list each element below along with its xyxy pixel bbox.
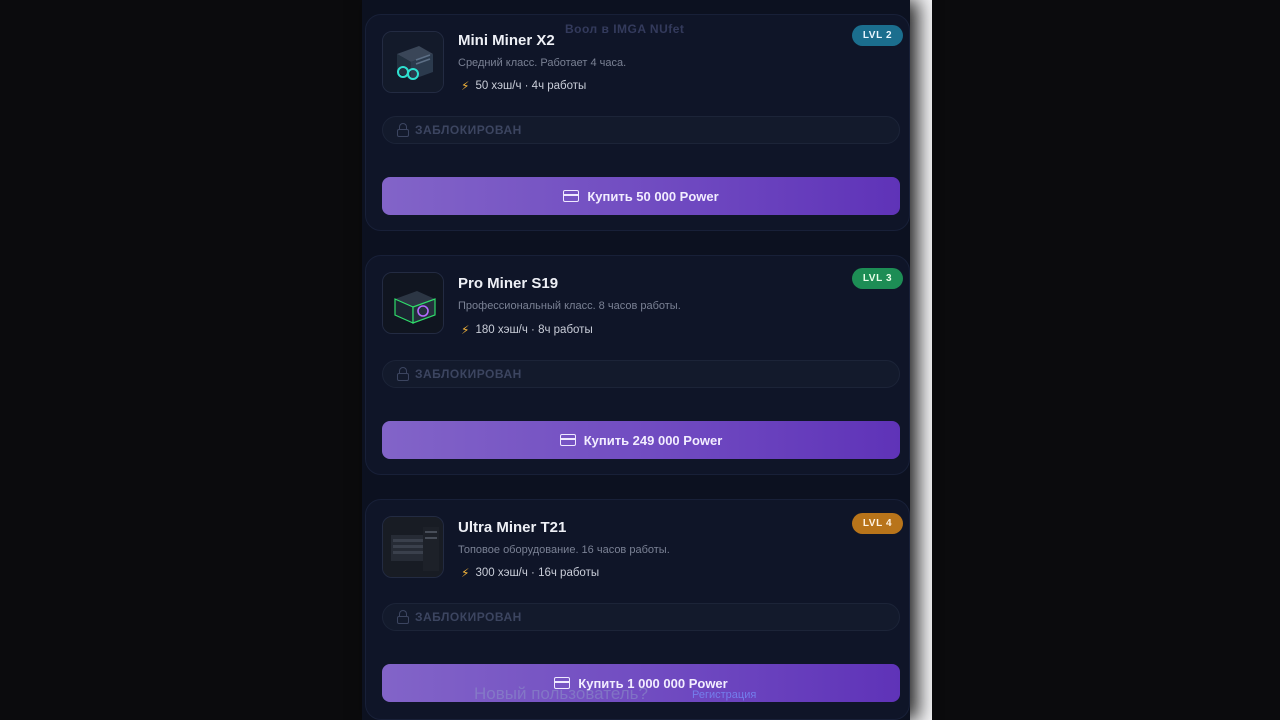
miner-stats: ⚡ 180 хэш/ч · 8ч работы xyxy=(461,323,593,337)
miner-stats-text: 50 хэш/ч · 4ч работы xyxy=(475,80,587,92)
locked-status: ЗАБЛОКИРОВАН xyxy=(382,116,900,144)
miner-image xyxy=(382,272,444,334)
buy-label: Купить 249 000 Power xyxy=(583,432,723,448)
lock-icon xyxy=(397,367,409,381)
miner-image xyxy=(382,516,444,578)
miner-stats-text: 180 хэш/ч · 8ч работы xyxy=(475,324,593,336)
miner-card-pro: Pro Miner S19 Профессиональный класс. 8 … xyxy=(365,255,910,475)
miner-title: Pro Miner S19 xyxy=(458,275,559,292)
level-badge: LVL 2 xyxy=(852,25,903,46)
level-badge: LVL 4 xyxy=(852,513,903,534)
register-link[interactable]: Регистрация xyxy=(692,689,756,701)
locked-status: ЗАБЛОКИРОВАН xyxy=(382,603,900,631)
miner-stats-text: 300 хэш/ч · 16ч работы xyxy=(475,567,600,579)
lock-icon xyxy=(397,123,409,137)
overlay-ghost-text: Воол в IMGA NUfet xyxy=(565,22,685,36)
locked-label: ЗАБЛОКИРОВАН xyxy=(415,367,522,381)
miner-stats: ⚡ 300 хэш/ч · 16ч работы xyxy=(461,566,599,580)
miner-image xyxy=(382,31,444,93)
credit-card-icon xyxy=(559,434,576,446)
locked-label: ЗАБЛОКИРОВАН xyxy=(415,123,522,137)
lightning-icon: ⚡ xyxy=(461,566,470,580)
buy-label: Купить 50 000 Power xyxy=(587,188,719,204)
level-badge: LVL 3 xyxy=(852,268,903,289)
credit-card-icon xyxy=(563,190,580,202)
miner-description: Профессиональный класс. 8 часов работы. xyxy=(458,300,681,312)
miner-title: Mini Miner X2 xyxy=(458,32,555,49)
miner-stats: ⚡ 50 хэш/ч · 4ч работы xyxy=(461,79,586,93)
buy-button[interactable]: Купить 50 000 Power xyxy=(382,177,900,215)
lightning-icon: ⚡ xyxy=(461,323,470,337)
miner-card-mini: Mini Miner X2 Средний класс. Работает 4 … xyxy=(365,14,910,231)
miner-title: Ultra Miner T21 xyxy=(458,519,567,536)
overlay-ghost-text: Новый пользователь? xyxy=(474,684,648,703)
buy-button[interactable]: Купить 249 000 Power xyxy=(382,421,900,459)
locked-label: ЗАБЛОКИРОВАН xyxy=(415,610,522,624)
miner-description: Топовое оборудование. 16 часов работы. xyxy=(458,544,670,556)
miner-description: Средний класс. Работает 4 часа. xyxy=(458,57,627,69)
screen: Воол в IMGA NUfet Mini Miner X2 Средний … xyxy=(0,0,1280,720)
lightning-icon: ⚡ xyxy=(461,79,470,93)
lock-icon xyxy=(397,610,409,624)
locked-status: ЗАБЛОКИРОВАН xyxy=(382,360,900,388)
